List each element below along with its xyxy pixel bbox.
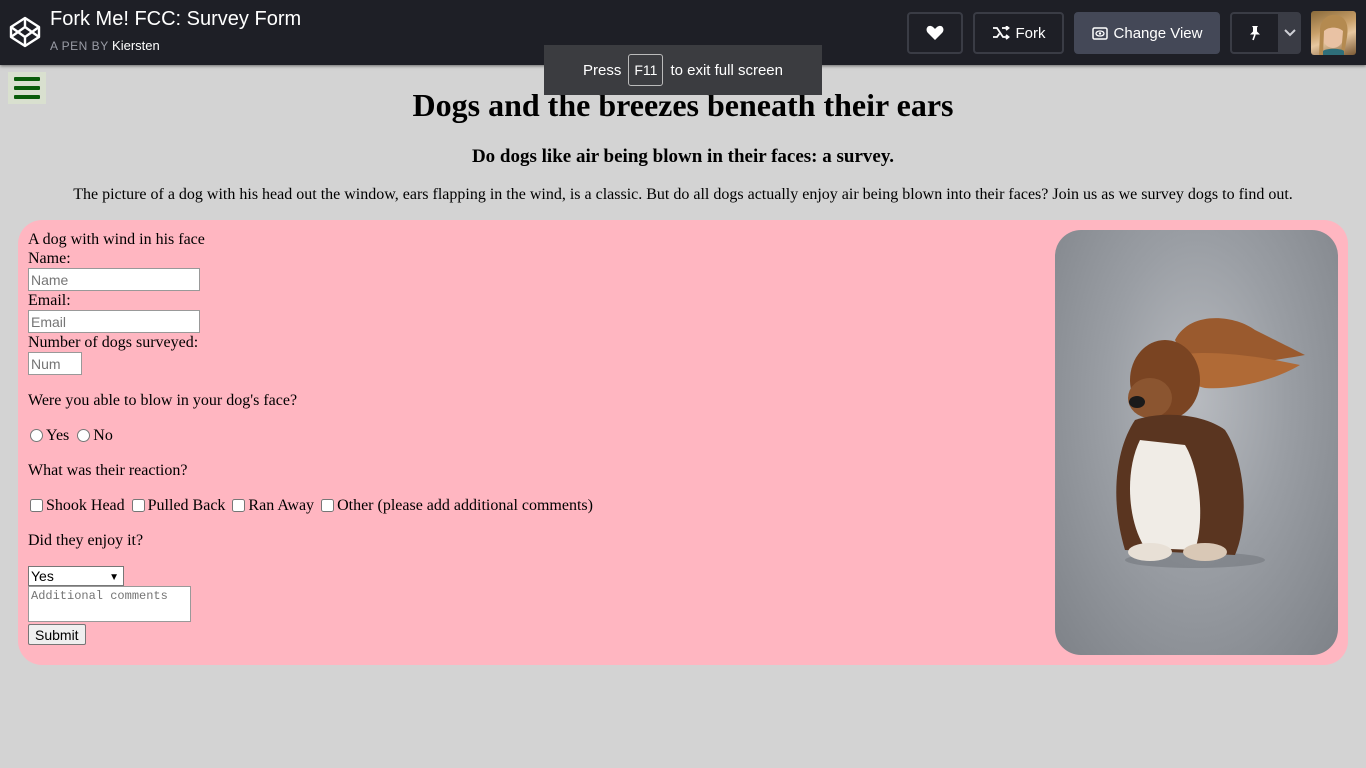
select-arrow-icon: ▼ xyxy=(109,572,119,583)
checkbox-other[interactable] xyxy=(321,499,335,512)
checkbox-shook-head[interactable] xyxy=(30,499,43,512)
fork-icon xyxy=(992,26,1010,40)
comments-textarea[interactable] xyxy=(28,586,191,622)
change-view-button[interactable]: Change View xyxy=(1074,12,1220,54)
chevron-down-icon[interactable] xyxy=(1280,14,1299,52)
pen-author-line: A PEN BY Kiersten xyxy=(50,38,160,53)
num-dogs-input[interactable] xyxy=(28,352,82,375)
change-view-label: Change View xyxy=(1113,24,1203,42)
love-button[interactable] xyxy=(907,12,963,54)
radio-no-label: No xyxy=(93,427,113,444)
image-alt-text: A dog with wind in his face xyxy=(28,231,205,248)
pen-title[interactable]: Fork Me! FCC: Survey Form xyxy=(50,8,301,31)
checkbox-ran-away-label: Ran Away xyxy=(248,497,315,514)
eye-icon xyxy=(1091,26,1108,40)
toast-key: F11 xyxy=(628,54,664,86)
question-blow-face: Were you able to blow in your dog's face… xyxy=(28,392,298,409)
page-subtitle: Do dogs like air being blown in their fa… xyxy=(471,146,895,167)
pin-button[interactable] xyxy=(1230,12,1301,54)
enjoy-select[interactable]: Yes ▼ xyxy=(28,566,124,586)
email-input[interactable] xyxy=(28,310,200,333)
checkbox-ran-away[interactable] xyxy=(232,499,246,512)
name-label: Name: xyxy=(28,250,71,267)
toast-suffix-text: to exit full screen xyxy=(670,61,783,79)
fullscreen-toast: Press F11 to exit full screen xyxy=(544,45,822,95)
checkbox-pulled-back[interactable] xyxy=(131,499,145,512)
name-input[interactable] xyxy=(28,268,200,291)
survey-form: A dog with wind in his face Name: Email:… xyxy=(28,230,593,645)
reaction-options: Shook Head Pulled Back Ran Away Other (p… xyxy=(28,496,593,515)
radio-no[interactable] xyxy=(77,429,91,442)
radio-yes-label: Yes xyxy=(46,427,70,444)
pen-author-link[interactable]: Kiersten xyxy=(112,38,160,53)
blow-face-options: Yes No xyxy=(28,426,593,445)
hamburger-bar xyxy=(14,77,40,81)
num-dogs-label: Number of dogs surveyed: xyxy=(28,334,199,351)
question-enjoy: Did they enjoy it? xyxy=(28,532,144,549)
question-reaction: What was their reaction? xyxy=(28,462,188,479)
enjoy-select-value: Yes xyxy=(31,567,54,584)
email-label: Email: xyxy=(28,292,71,309)
checkbox-other-label: Other (please add additional comments) xyxy=(337,497,593,514)
user-avatar[interactable] xyxy=(1311,11,1356,55)
fork-button[interactable]: Fork xyxy=(973,12,1064,54)
heart-icon xyxy=(926,25,944,40)
toast-press-text: Press xyxy=(583,61,622,79)
radio-yes[interactable] xyxy=(30,429,43,442)
fork-label: Fork xyxy=(1015,24,1046,42)
checkbox-pulled-back-label: Pulled Back xyxy=(147,497,226,514)
intro-paragraph: The picture of a dog with his head out t… xyxy=(73,186,1293,203)
pin-icon[interactable] xyxy=(1232,14,1280,52)
checkbox-shook-head-label: Shook Head xyxy=(46,497,125,514)
dog-photo xyxy=(1055,230,1338,655)
survey-card: A dog with wind in his face Name: Email:… xyxy=(18,220,1348,665)
pen-by-label: A PEN BY xyxy=(50,39,109,53)
codepen-logo-icon[interactable] xyxy=(9,16,41,48)
submit-button[interactable]: Submit xyxy=(28,624,86,645)
